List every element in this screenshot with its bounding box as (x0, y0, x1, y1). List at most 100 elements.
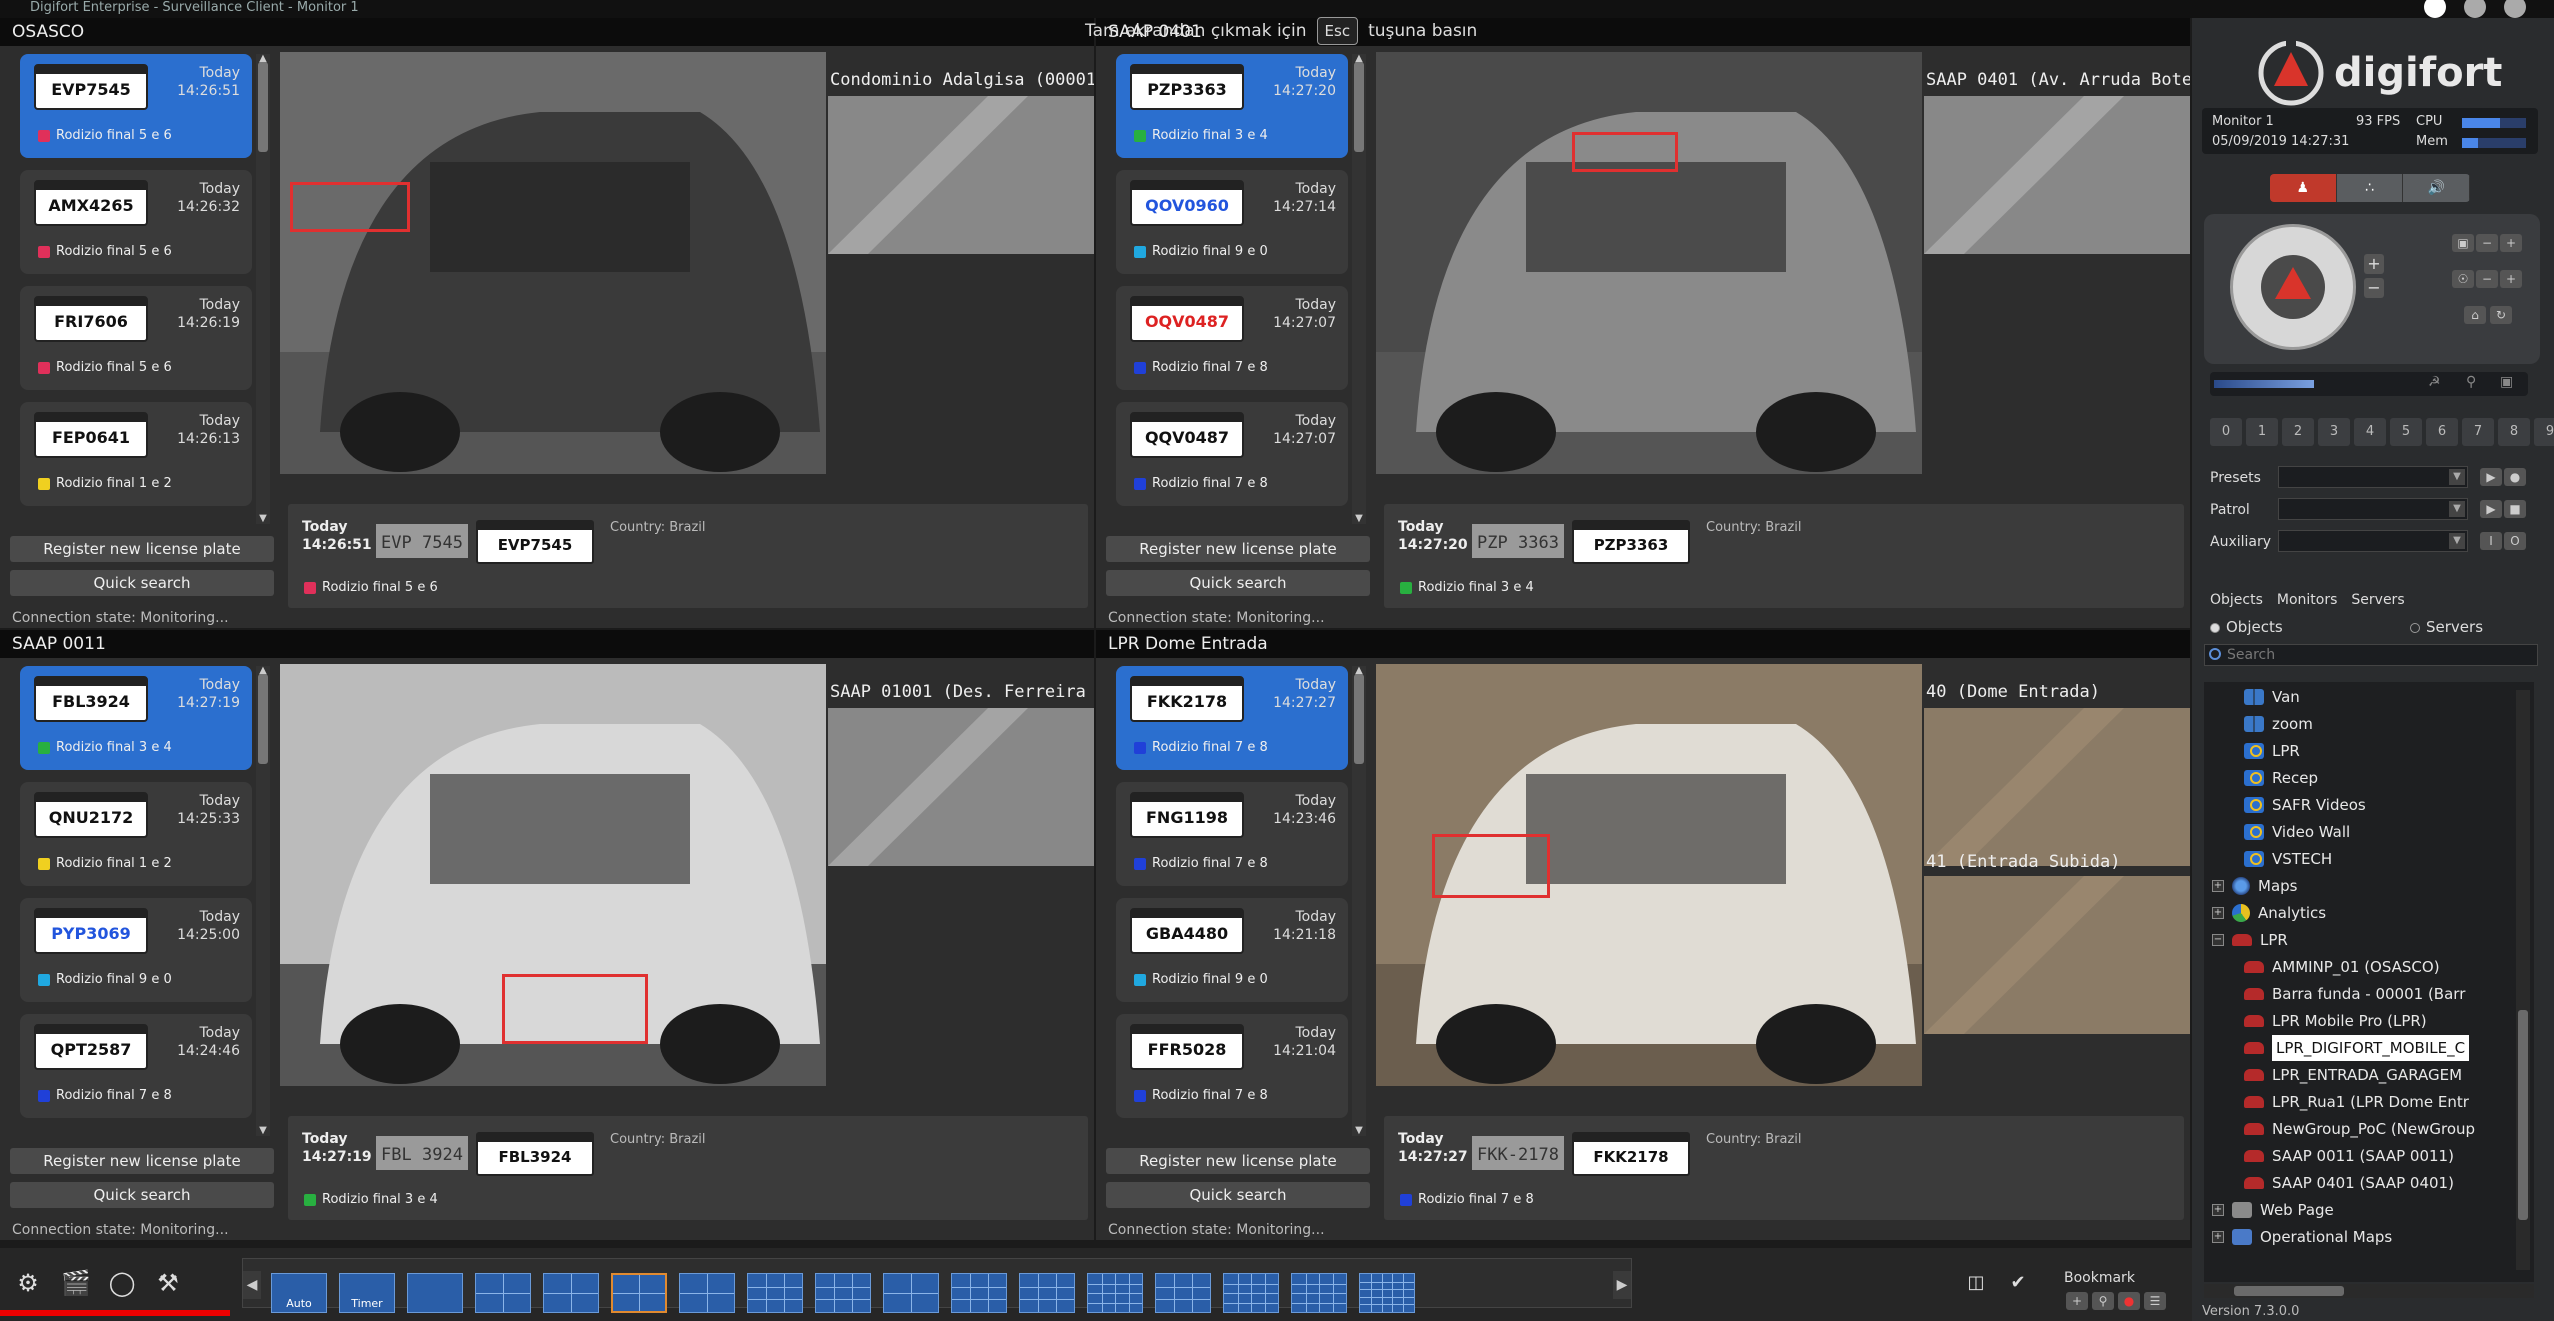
bookmark-record-button[interactable]: ● (2118, 1292, 2140, 1310)
window-button[interactable] (2464, 0, 2486, 18)
tree-item[interactable]: Van (2244, 684, 2300, 710)
lpr-camera-view[interactable] (280, 52, 826, 474)
tree-item[interactable]: − LPR (2212, 927, 2288, 953)
tree-item[interactable]: zoom (2244, 711, 2313, 737)
tree-item[interactable]: LPR Mobile Pro (LPR) (2244, 1008, 2427, 1034)
screen-layout-button[interactable]: Auto (271, 1273, 327, 1313)
camera-thumbnail[interactable] (1924, 876, 2190, 1036)
tree-hscrollbar[interactable] (2204, 1284, 2534, 1298)
auxiliary-select[interactable]: ▼ (2278, 530, 2468, 552)
preset-number-button[interactable]: 0 (2210, 418, 2242, 446)
window-button[interactable] (2424, 0, 2446, 18)
ptz-speed-slider[interactable]: ☭ ⚲ ▣ (2210, 372, 2528, 396)
screen-layout-button[interactable] (611, 1273, 667, 1313)
plate-list-item[interactable]: QQV0487 Today 14:27:07 Rodizio final 7 e … (1116, 402, 1348, 506)
media-player-icon[interactable]: 🎬 (60, 1268, 92, 1298)
screen-layout-button[interactable]: Timer (339, 1273, 395, 1313)
iris-plus-button[interactable]: + (2500, 270, 2522, 288)
plate-list-scrollbar[interactable]: ▲ ▼ (1352, 666, 1366, 1136)
screen-layout-button[interactable] (883, 1273, 939, 1313)
tools-icon[interactable]: ⚒ (152, 1268, 184, 1298)
tree-item[interactable]: SAFR Videos (2244, 792, 2366, 818)
plate-list-item[interactable]: GBA4480 Today 14:21:18 Rodizio final 9 e … (1116, 898, 1348, 1002)
preset-number-button[interactable]: 7 (2462, 418, 2494, 446)
screen-layout-button[interactable] (815, 1273, 871, 1313)
plate-list-item[interactable]: FBL3924 Today 14:27:19 Rodizio final 3 e … (20, 666, 252, 770)
screen-layout-button[interactable] (475, 1273, 531, 1313)
check-icon[interactable]: ✔ (2002, 1268, 2034, 1298)
aux-on-button[interactable]: I (2480, 532, 2502, 550)
tree-scrollbar[interactable] (2516, 690, 2530, 1270)
patrol-stop-button[interactable]: ■ (2504, 500, 2526, 518)
search-input[interactable]: Search (2204, 644, 2538, 666)
preset-number-button[interactable]: 4 (2354, 418, 2386, 446)
plate-list-item[interactable]: PZP3363 Today 14:27:20 Rodizio final 3 e … (1116, 54, 1348, 158)
tree-item[interactable]: + Analytics (2212, 900, 2326, 926)
tree-item[interactable]: Video Wall (2244, 819, 2350, 845)
radio-servers[interactable]: Servers (2410, 618, 2483, 636)
camera-thumbnail[interactable] (828, 708, 1094, 866)
lpr-camera-view[interactable] (1376, 52, 1922, 474)
zoom-out-button[interactable]: − (2364, 278, 2384, 298)
tree-item[interactable]: + Web Page (2212, 1197, 2334, 1223)
tree-item[interactable]: Recep (2244, 765, 2318, 791)
plate-list-item[interactable]: QNU2172 Today 14:25:33 Rodizio final 1 e … (20, 782, 252, 886)
plate-list-item[interactable]: PYP3069 Today 14:25:00 Rodizio final 9 e … (20, 898, 252, 1002)
preset-record-button[interactable]: ● (2504, 468, 2526, 486)
quick-search-button[interactable]: Quick search (10, 570, 274, 596)
tree-item[interactable]: NewGroup_PoC (NewGroup (2244, 1116, 2475, 1142)
patrol-play-button[interactable]: ▶ (2480, 500, 2502, 518)
screen-layout-button[interactable] (1223, 1273, 1279, 1313)
quick-search-button[interactable]: Quick search (1106, 570, 1370, 596)
plate-list-item[interactable]: FEP0641 Today 14:26:13 Rodizio final 1 e … (20, 402, 252, 506)
screen-layout-button[interactable] (407, 1273, 463, 1313)
auto-icon[interactable]: ↻ (2490, 306, 2512, 324)
screen-layout-button[interactable] (1019, 1273, 1075, 1313)
focus-plus-button[interactable]: + (2500, 234, 2522, 252)
preset-number-button[interactable]: 8 (2498, 418, 2530, 446)
patrol-select[interactable]: ▼ (2278, 498, 2468, 520)
preset-number-button[interactable]: 6 (2426, 418, 2458, 446)
preset-go-button[interactable]: ▶ (2480, 468, 2502, 486)
plate-list-item[interactable]: QOV0960 Today 14:27:14 Rodizio final 9 e … (1116, 170, 1348, 274)
screen-layout-button[interactable] (747, 1273, 803, 1313)
screen-layout-button[interactable] (1359, 1273, 1415, 1313)
quick-search-button[interactable]: Quick search (10, 1182, 274, 1208)
plate-list-item[interactable]: OQV0487 Today 14:27:07 Rodizio final 7 e … (1116, 286, 1348, 390)
preset-number-button[interactable]: 3 (2318, 418, 2350, 446)
iris-icon[interactable]: ☉ (2452, 270, 2474, 288)
camera-thumbnail[interactable] (1924, 96, 2190, 254)
bookmark-list-button[interactable]: ☰ (2144, 1292, 2166, 1310)
bookmark-search-button[interactable]: ⚲ (2092, 1292, 2114, 1310)
expand-toggle[interactable]: + (2212, 1231, 2224, 1243)
zoom-in-button[interactable]: + (2364, 254, 2384, 274)
register-plate-button[interactable]: Register new license plate (1106, 1148, 1370, 1174)
screen-layout-button[interactable] (951, 1273, 1007, 1313)
plate-list-item[interactable]: QPT2587 Today 14:24:46 Rodizio final 7 e … (20, 1014, 252, 1118)
preset-number-button[interactable]: 5 (2390, 418, 2422, 446)
lpr-camera-view[interactable] (1376, 664, 1922, 1086)
home-icon[interactable]: ⌂ (2464, 306, 2486, 324)
plate-list-item[interactable]: AMX4265 Today 14:26:32 Rodizio final 5 e … (20, 170, 252, 274)
snapshot-icon[interactable]: ◫ (1960, 1268, 1992, 1298)
tree-item[interactable]: + Maps (2212, 873, 2297, 899)
tab-servers[interactable]: Servers (2351, 592, 2404, 608)
screen-layout-button[interactable] (543, 1273, 599, 1313)
camera-thumbnail[interactable] (1924, 708, 2190, 866)
register-plate-button[interactable]: Register new license plate (1106, 536, 1370, 562)
screen-layout-button[interactable] (1155, 1273, 1211, 1313)
camera-thumbnail[interactable] (828, 96, 1094, 254)
tab-ptz[interactable]: ♟ (2270, 174, 2337, 202)
eye-icon[interactable]: ◯ (106, 1268, 138, 1298)
focus-icon[interactable]: ▣ (2452, 234, 2474, 252)
expand-toggle[interactable]: + (2212, 1204, 2224, 1216)
iris-minus-button[interactable]: − (2476, 270, 2498, 288)
expand-toggle[interactable]: + (2212, 880, 2224, 892)
layouts-prev-button[interactable]: ◀ (243, 1271, 261, 1299)
radio-objects[interactable]: Objects (2210, 618, 2283, 636)
plate-list-scrollbar[interactable]: ▲ ▼ (256, 666, 270, 1136)
plate-list-item[interactable]: FNG1198 Today 14:23:46 Rodizio final 7 e … (1116, 782, 1348, 886)
tree-item[interactable]: LPR (2244, 738, 2300, 764)
plate-list-item[interactable]: FFR5028 Today 14:21:04 Rodizio final 7 e … (1116, 1014, 1348, 1118)
focus-minus-button[interactable]: − (2476, 234, 2498, 252)
